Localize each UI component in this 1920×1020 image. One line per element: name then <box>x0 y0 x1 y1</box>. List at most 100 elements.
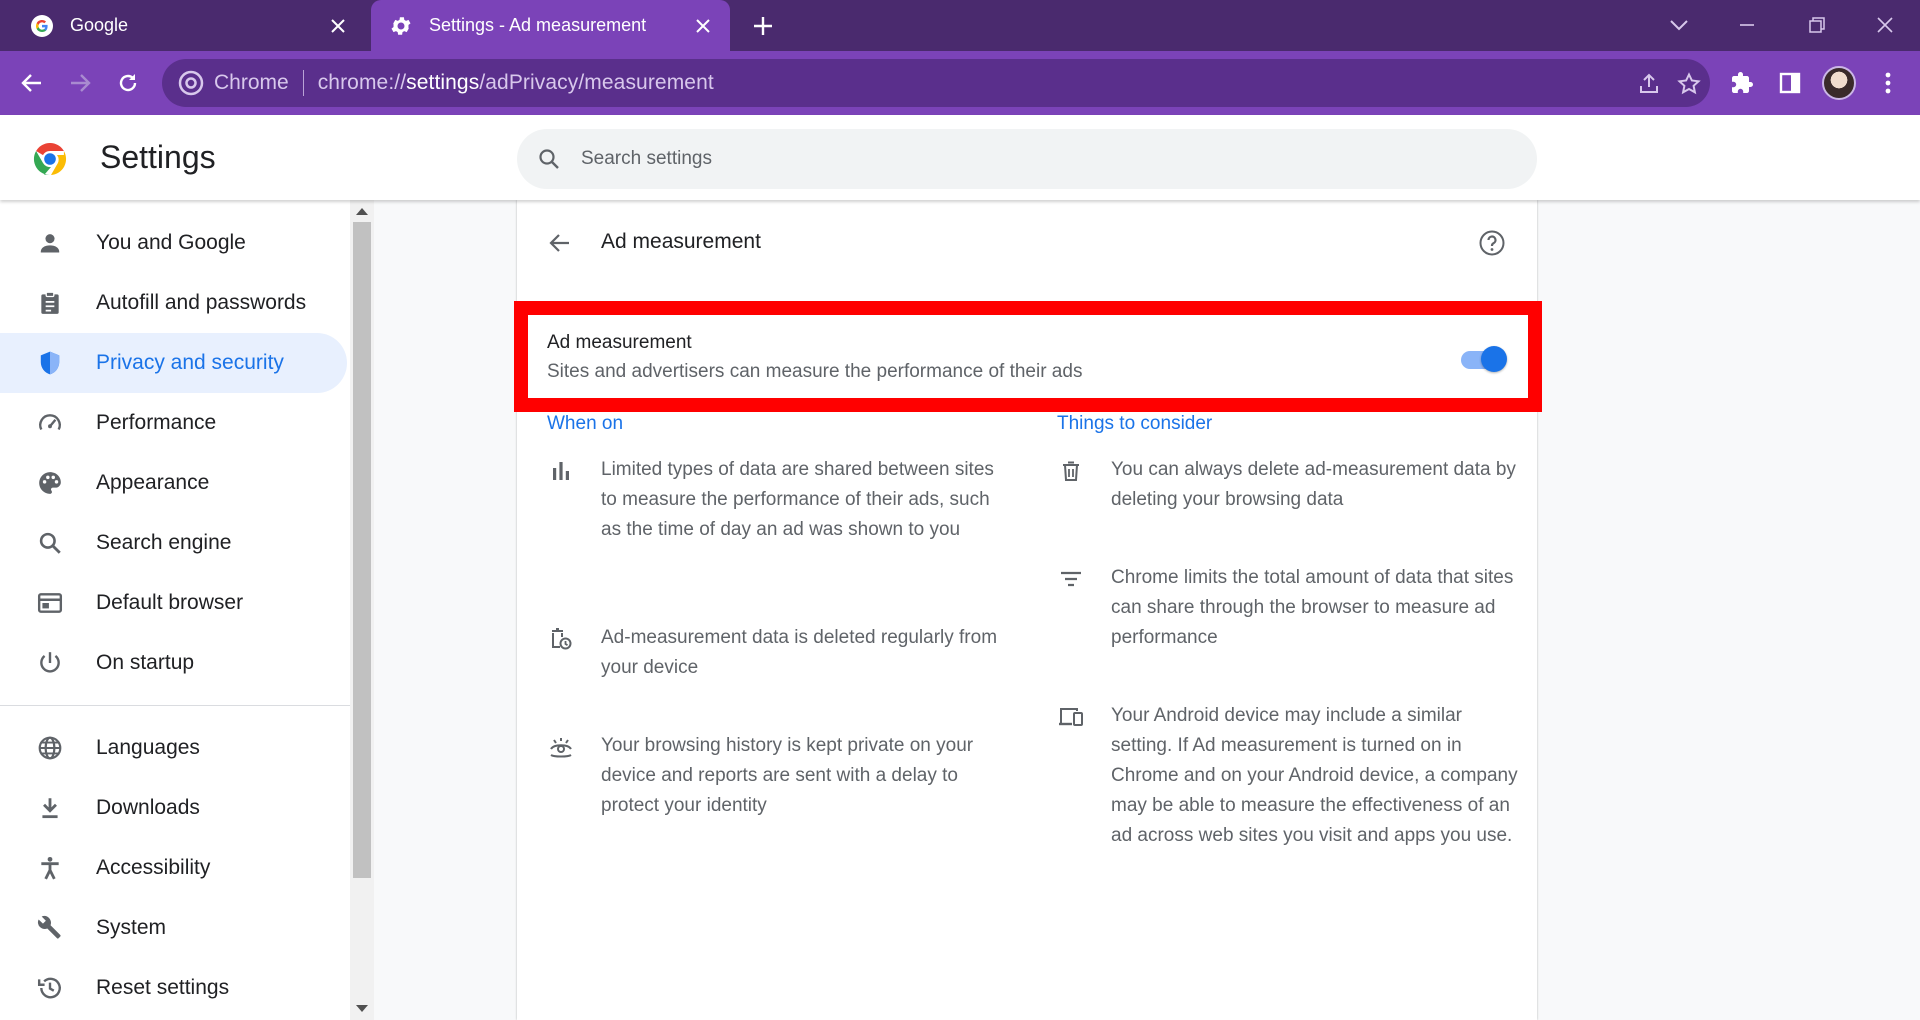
sidebar-item-default-browser[interactable]: Default browser <box>0 573 347 633</box>
sidebar-item-you-and-google[interactable]: You and Google <box>0 213 347 273</box>
wrench-icon <box>36 914 64 942</box>
filter-lines-icon <box>1057 565 1085 593</box>
palette-icon <box>36 469 64 497</box>
toggle-knob <box>1481 346 1507 372</box>
url-text: chrome://settings/adPrivacy/measurement <box>317 71 714 94</box>
tab-title: Google <box>70 15 129 35</box>
history-icon <box>36 974 64 1002</box>
download-icon <box>36 794 64 822</box>
section-heading: When on <box>547 413 624 434</box>
close-window-icon[interactable] <box>1868 8 1902 42</box>
search-icon <box>539 149 559 169</box>
ad-measurement-toggle-row[interactable]: Ad measurement Sites and advertisers can… <box>517 300 1537 400</box>
list-item-text: Your browsing history is kept private on… <box>601 735 974 816</box>
bookmark-star-icon[interactable] <box>1674 69 1704 99</box>
delete-clock-icon <box>547 625 575 653</box>
speedometer-icon <box>36 409 64 437</box>
bar-chart-icon <box>547 457 575 485</box>
tab-settings[interactable]: Settings - Ad measurement <box>371 0 730 51</box>
subpage-header: Ad measurement <box>517 200 1537 286</box>
sidebar-item-label: Privacy and security <box>96 351 284 374</box>
extensions-icon[interactable] <box>1724 65 1760 101</box>
more-menu-icon[interactable] <box>1870 65 1906 101</box>
sidebar-item-performance[interactable]: Performance <box>0 393 347 453</box>
new-tab-button[interactable] <box>748 11 778 41</box>
back-icon[interactable] <box>14 65 50 101</box>
sidebar-item-label: You and Google <box>96 231 246 254</box>
trash-icon <box>1057 457 1085 485</box>
clipboard-icon <box>36 289 64 317</box>
share-icon[interactable] <box>1634 69 1664 99</box>
sidebar-divider <box>0 705 350 706</box>
globe-icon <box>36 734 64 762</box>
sidebar-item-system[interactable]: System <box>0 898 347 958</box>
tab-google[interactable]: Google <box>0 0 365 51</box>
tab-title: Settings - Ad measurement <box>429 15 647 35</box>
accessibility-icon <box>36 854 64 882</box>
page-title: Settings <box>100 139 216 175</box>
back-arrow-icon[interactable] <box>543 226 577 260</box>
sidebar-item-label: Search engine <box>96 531 232 554</box>
close-icon[interactable] <box>692 15 714 37</box>
sidebar-item-label: On startup <box>96 651 195 674</box>
person-icon <box>36 229 64 257</box>
sidebar-item-label: Accessibility <box>96 856 211 879</box>
browser-toolbar: Chrome chrome://settings/adPrivacy/measu… <box>0 51 1920 115</box>
gear-icon <box>389 14 413 38</box>
sidebar-item-autofill[interactable]: Autofill and passwords <box>0 273 347 333</box>
sidebar-item-label: Downloads <box>96 796 200 819</box>
sidebar-item-downloads[interactable]: Downloads <box>0 778 347 838</box>
settings-header: Settings <box>0 115 1920 200</box>
devices-icon <box>1057 703 1085 731</box>
restore-icon[interactable] <box>1800 8 1834 42</box>
when-on-section: When on Limited types of data are shared… <box>547 413 1017 816</box>
list-item-text: You can always delete ad-measurement dat… <box>1111 459 1516 510</box>
scroll-down-arrow[interactable] <box>356 1005 368 1012</box>
shield-icon <box>36 349 64 377</box>
minimize-icon[interactable] <box>1730 8 1764 42</box>
private-view-icon <box>547 733 575 761</box>
address-bar[interactable]: Chrome chrome://settings/adPrivacy/measu… <box>162 59 1710 107</box>
toggle-subtitle: Sites and advertisers can measure the pe… <box>547 361 1083 382</box>
close-icon[interactable] <box>327 15 349 37</box>
sidebar-item-label: Reset settings <box>96 976 230 999</box>
sidebar-item-languages[interactable]: Languages <box>0 718 347 778</box>
scroll-up-arrow[interactable] <box>356 208 368 215</box>
list-item-text: Limited types of data are shared between… <box>601 459 994 540</box>
things-to-consider-section: Things to consider You can always delete… <box>1057 413 1527 846</box>
sidebar-item-label: Languages <box>96 736 200 759</box>
help-icon[interactable] <box>1475 226 1509 260</box>
profile-avatar[interactable] <box>1822 66 1856 100</box>
list-item-text: Chrome limits the total amount of data t… <box>1111 567 1514 648</box>
tab-search-icon[interactable] <box>1662 8 1696 42</box>
omnibox-chip: Chrome <box>214 71 289 94</box>
settings-sidebar: You and Google Autofill and passwords Pr… <box>0 200 350 1020</box>
search-icon <box>36 529 64 557</box>
forward-icon[interactable] <box>62 65 98 101</box>
settings-search[interactable] <box>517 129 1537 189</box>
sidebar-item-privacy[interactable]: Privacy and security <box>0 333 347 393</box>
sidebar-item-label: Performance <box>96 411 217 434</box>
scroll-thumb[interactable] <box>353 222 371 878</box>
sidebar-scrollbar[interactable] <box>350 200 374 1020</box>
ad-measurement-toggle[interactable] <box>1459 343 1507 373</box>
sidebar-item-reset-settings[interactable]: Reset settings <box>0 958 347 1018</box>
sidebar-item-label: System <box>96 916 167 939</box>
sidebar-item-on-startup[interactable]: On startup <box>0 633 347 693</box>
section-heading: Things to consider <box>1057 413 1213 434</box>
ad-measurement-card: Ad measurement Ad measurement Sites and … <box>517 200 1537 1020</box>
sidebar-item-label: Appearance <box>96 471 210 494</box>
sidebar-item-accessibility[interactable]: Accessibility <box>0 838 347 898</box>
list-item-text: Your Android device may include a simila… <box>1111 705 1518 846</box>
sidebar-item-appearance[interactable]: Appearance <box>0 453 347 513</box>
omnibox-divider <box>302 70 304 96</box>
search-input[interactable] <box>581 148 1481 170</box>
sidebar-item-label: Autofill and passwords <box>96 291 307 314</box>
reload-icon[interactable] <box>110 65 146 101</box>
sidebar-item-search-engine[interactable]: Search engine <box>0 513 347 573</box>
google-icon <box>30 14 54 38</box>
side-panel-icon[interactable] <box>1772 65 1808 101</box>
sidebar-item-label: Default browser <box>96 591 244 614</box>
tab-strip: Google Settings - Ad measurement <box>0 0 1920 51</box>
chrome-logo-icon <box>32 141 68 177</box>
